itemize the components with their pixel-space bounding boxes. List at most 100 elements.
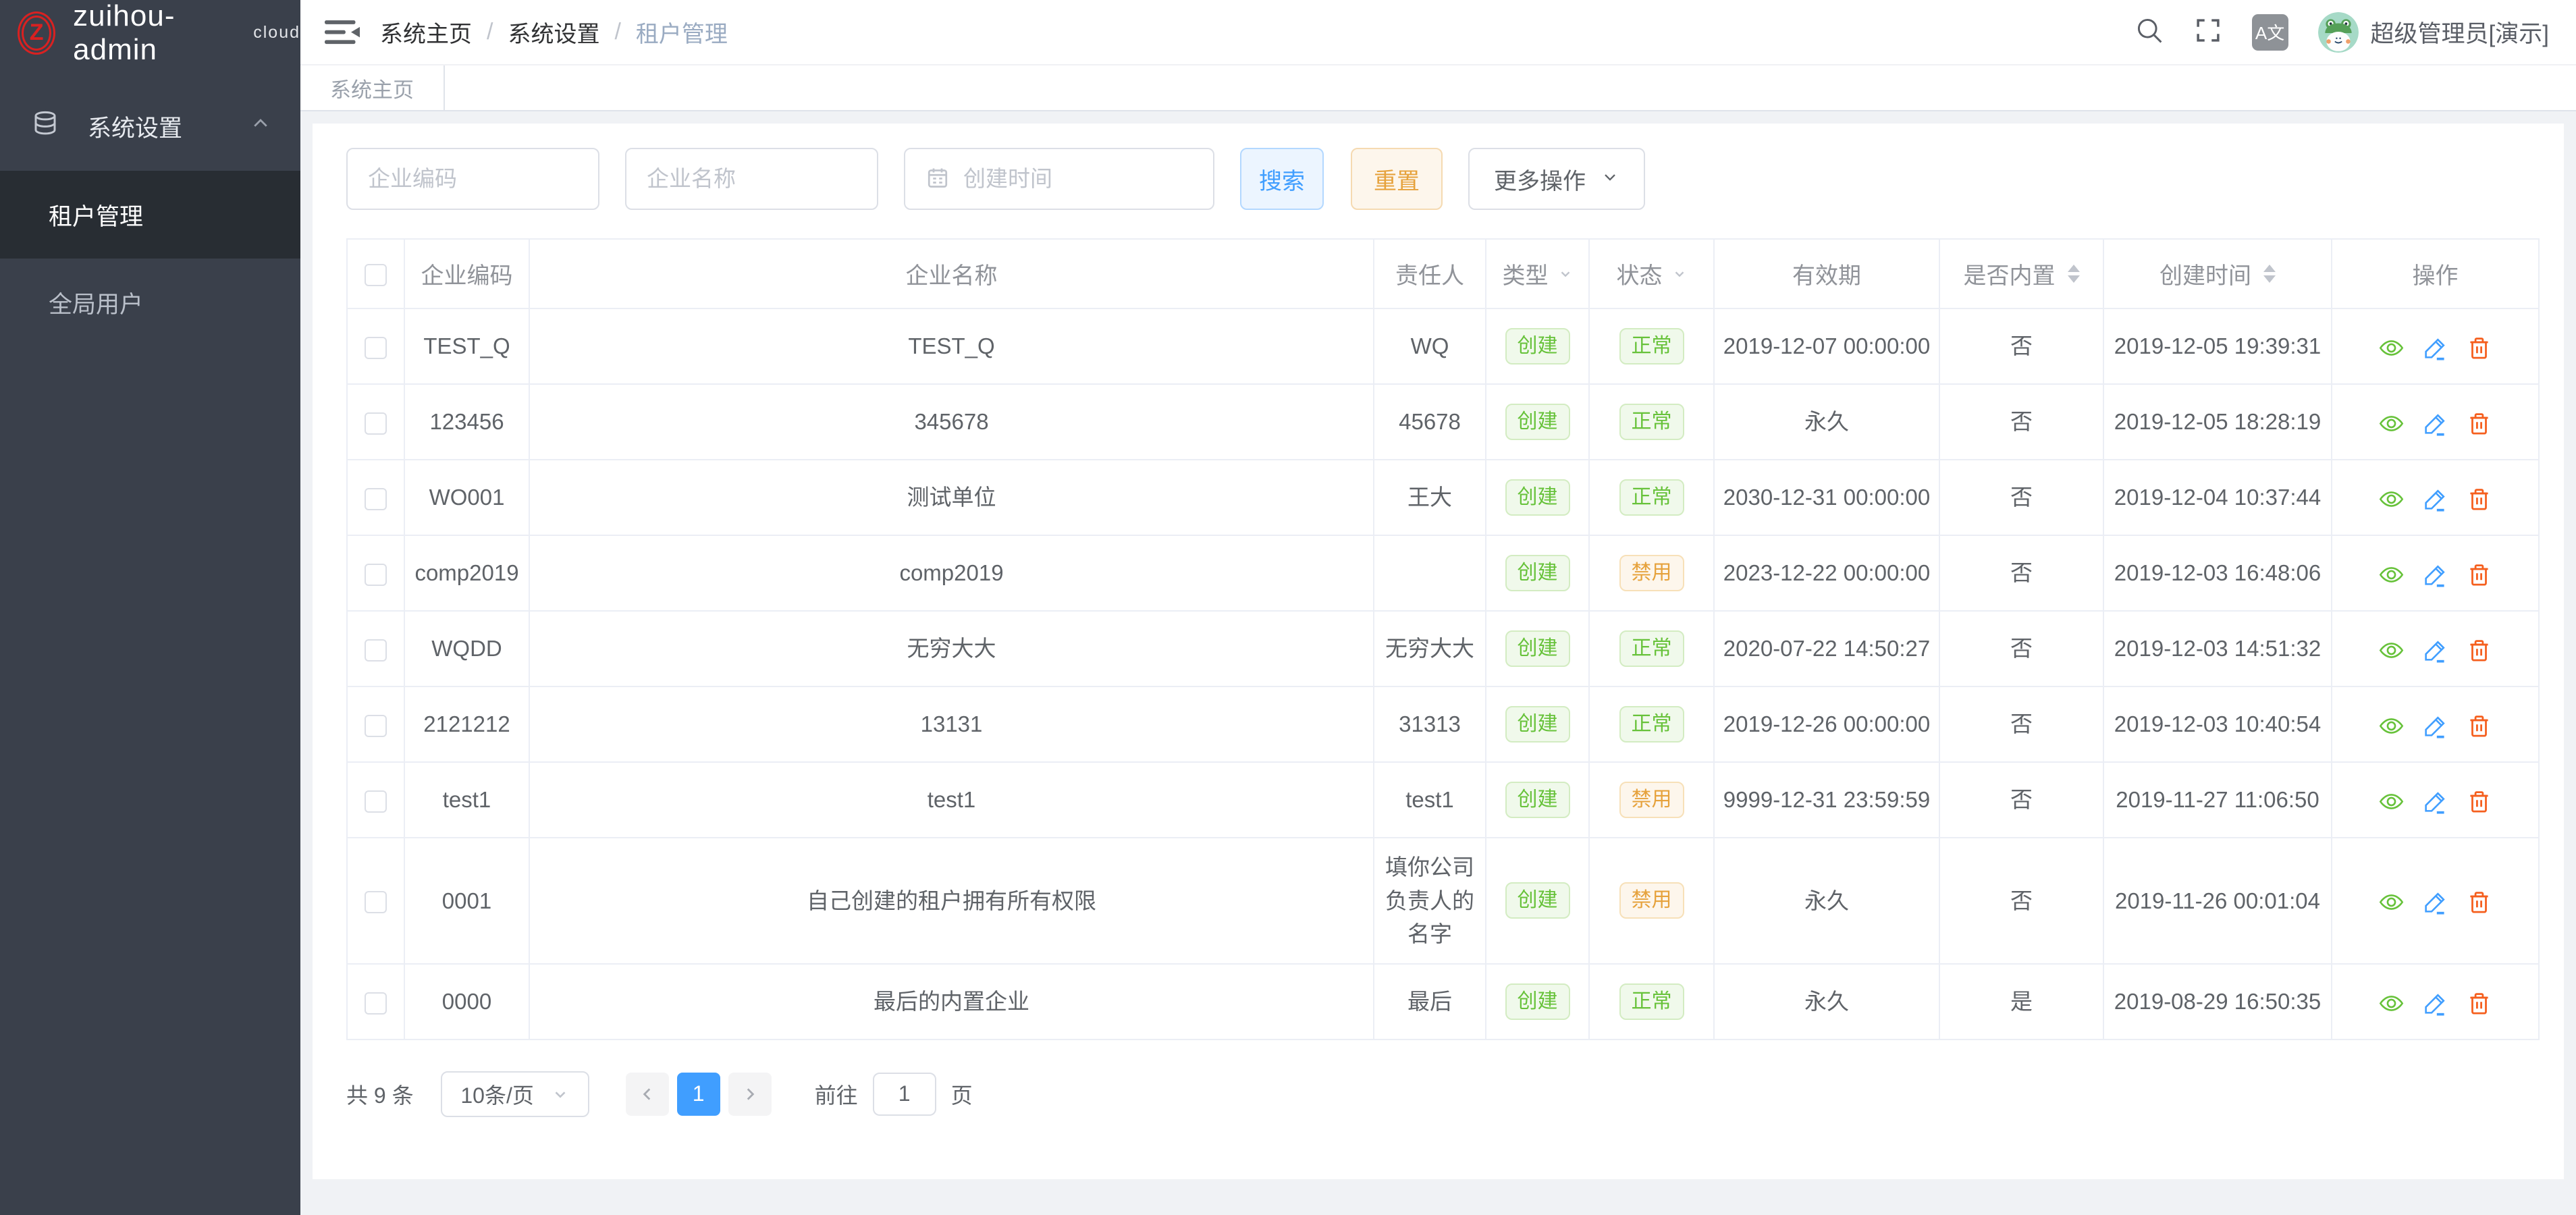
cell-owner: WQ [1374, 308, 1486, 384]
view-icon[interactable] [2379, 991, 2404, 1016]
view-icon[interactable] [2379, 789, 2404, 814]
content: 搜索 重置 更多操作 企业编码企业名称责任人类型状态有效期是否内置创建时间操作 … [300, 111, 2576, 1215]
search-icon[interactable] [2135, 16, 2164, 49]
cell-name: 最后的内置企业 [529, 964, 1374, 1040]
row-checkbox[interactable] [365, 488, 387, 510]
filter-arrow-icon[interactable] [1558, 267, 1573, 281]
chevron-down-icon [552, 1085, 569, 1103]
edit-icon[interactable] [2423, 713, 2448, 738]
view-icon[interactable] [2379, 487, 2404, 512]
delete-icon[interactable] [2467, 713, 2492, 738]
type-badge: 创建 [1505, 706, 1570, 742]
cell-status: 正常 [1589, 308, 1714, 384]
sidebar-item-tenant-management[interactable]: 租户管理 [0, 171, 300, 259]
row-checkbox[interactable] [365, 412, 387, 435]
page-number-1[interactable]: 1 [677, 1073, 720, 1116]
prev-page-button[interactable] [626, 1073, 669, 1116]
view-icon[interactable] [2379, 713, 2404, 738]
navbar: 系统主页 / 系统设置 / 租户管理 A文 [300, 0, 2576, 65]
delete-icon[interactable] [2467, 789, 2492, 814]
database-icon [31, 109, 59, 144]
tab-system-home[interactable]: 系统主页 [300, 65, 445, 110]
breadcrumb-system-settings: 系统设置 [508, 16, 599, 49]
more-actions-button[interactable]: 更多操作 [1468, 148, 1645, 210]
sort-caret-icon[interactable] [2068, 265, 2080, 283]
column-label: 类型 [1503, 257, 1549, 290]
avatar [2318, 12, 2359, 53]
filter-arrow-icon[interactable] [1672, 267, 1687, 281]
calendar-icon [925, 165, 950, 193]
cell-type: 创建 [1486, 964, 1589, 1040]
delete-icon[interactable] [2467, 890, 2492, 915]
cell-type: 创建 [1486, 384, 1589, 460]
status-badge: 禁用 [1619, 882, 1684, 919]
view-icon[interactable] [2379, 638, 2404, 663]
view-icon[interactable] [2379, 562, 2404, 587]
row-checkbox[interactable] [365, 790, 387, 813]
edit-icon[interactable] [2423, 487, 2448, 512]
delete-icon[interactable] [2467, 562, 2492, 587]
user-menu[interactable]: 超级管理员[演示] [2318, 12, 2549, 53]
column-label: 有效期 [1792, 257, 1861, 290]
status-badge: 正常 [1619, 706, 1684, 742]
sidebar-group-system-settings[interactable]: 系统设置 [0, 82, 300, 171]
cell-actions [2332, 686, 2539, 762]
row-select-cell [347, 535, 404, 611]
edit-icon[interactable] [2423, 638, 2448, 663]
table-row: 123456 345678 45678 创建 正常 永久 否 2019-12-0… [347, 384, 2539, 460]
column-header-builtin[interactable]: 是否内置 [1939, 239, 2103, 308]
type-badge: 创建 [1505, 782, 1570, 818]
column-header-type[interactable]: 类型 [1486, 239, 1589, 308]
delete-icon[interactable] [2467, 335, 2492, 360]
row-checkbox[interactable] [365, 639, 387, 662]
type-badge: 创建 [1505, 630, 1570, 667]
delete-icon[interactable] [2467, 487, 2492, 512]
row-checkbox[interactable] [365, 337, 387, 359]
edit-icon[interactable] [2423, 411, 2448, 436]
breadcrumb-home[interactable]: 系统主页 [380, 16, 472, 49]
view-icon[interactable] [2379, 335, 2404, 360]
edit-icon[interactable] [2423, 890, 2448, 915]
goto-page-input[interactable] [873, 1073, 936, 1116]
view-icon[interactable] [2379, 411, 2404, 436]
type-badge: 创建 [1505, 555, 1570, 591]
sort-caret-icon[interactable] [2263, 265, 2276, 283]
company-name-input[interactable] [647, 166, 857, 192]
sidebar-item-global-users[interactable]: 全局用户 [0, 259, 300, 346]
select-all-checkbox[interactable] [365, 264, 387, 286]
fullscreen-icon[interactable] [2194, 16, 2222, 48]
delete-icon[interactable] [2467, 411, 2492, 436]
row-checkbox[interactable] [365, 715, 387, 737]
language-icon[interactable]: A文 [2252, 14, 2288, 51]
row-select-cell [347, 384, 404, 460]
reset-button[interactable]: 重置 [1351, 148, 1443, 210]
column-header-status[interactable]: 状态 [1589, 239, 1714, 308]
type-badge: 创建 [1505, 328, 1570, 364]
row-checkbox[interactable] [365, 992, 387, 1015]
cell-actions [2332, 308, 2539, 384]
view-icon[interactable] [2379, 890, 2404, 915]
row-checkbox[interactable] [365, 564, 387, 586]
created-time-input[interactable] [963, 166, 1193, 192]
next-page-button[interactable] [728, 1073, 772, 1116]
hamburger-icon[interactable] [300, 17, 380, 48]
select-all-cell [347, 239, 404, 308]
company-code-input[interactable] [368, 166, 578, 192]
delete-icon[interactable] [2467, 638, 2492, 663]
sidebar-menu: 系统设置 租户管理 全局用户 [0, 65, 300, 346]
row-select-cell [347, 964, 404, 1040]
edit-icon[interactable] [2423, 562, 2448, 587]
search-button[interactable]: 搜索 [1240, 148, 1324, 210]
delete-icon[interactable] [2467, 991, 2492, 1016]
edit-icon[interactable] [2423, 335, 2448, 360]
cell-builtin: 否 [1939, 611, 2103, 686]
edit-icon[interactable] [2423, 789, 2448, 814]
table-row: TEST_Q TEST_Q WQ 创建 正常 2019-12-07 00:00:… [347, 308, 2539, 384]
table-row: 2121212 13131 31313 创建 正常 2019-12-26 00:… [347, 686, 2539, 762]
page-size-select[interactable]: 10条/页 [441, 1071, 589, 1117]
edit-icon[interactable] [2423, 991, 2448, 1016]
row-checkbox[interactable] [365, 891, 387, 913]
cell-name: test1 [529, 762, 1374, 838]
cell-status: 正常 [1589, 460, 1714, 535]
column-header-created[interactable]: 创建时间 [2103, 239, 2332, 308]
